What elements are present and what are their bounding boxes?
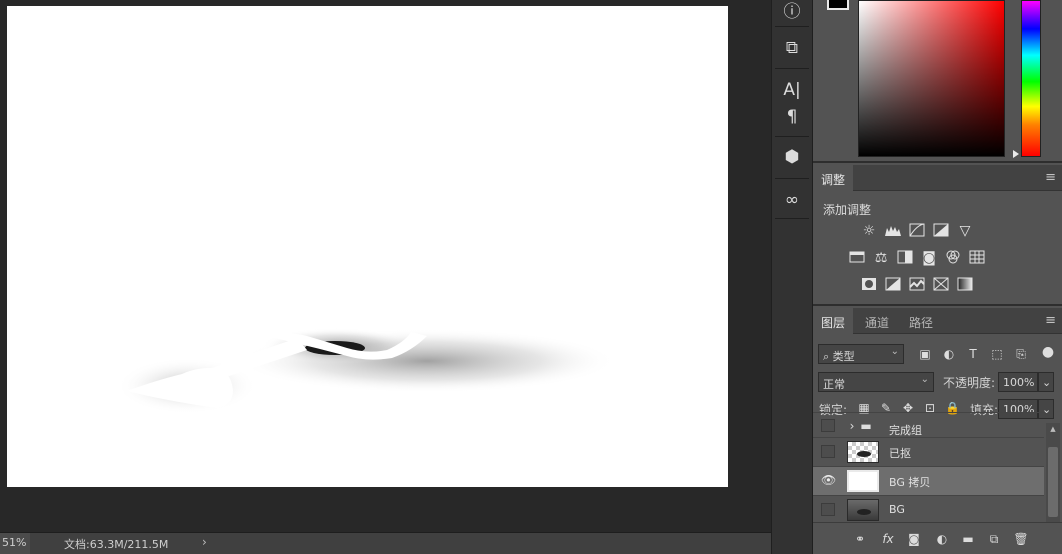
layer-name[interactable]: BG xyxy=(889,503,905,516)
info-icon[interactable]: ⓘ xyxy=(772,0,812,24)
layer-name[interactable]: BG 拷贝 xyxy=(889,474,930,490)
panel-icon-strip: ⓘ ⧉ A| ¶ ⬢ ∞ xyxy=(771,0,813,554)
adjustments-tabbar: 调整 ≡ xyxy=(813,165,1062,191)
tab-layers[interactable]: 图层 xyxy=(813,308,854,334)
zoom-level[interactable]: 51% xyxy=(0,533,30,554)
filter-toggle-icon[interactable]: ● xyxy=(1041,345,1055,359)
layer-name[interactable]: 已抠 xyxy=(889,445,911,461)
vibrance-icon[interactable]: ▽ xyxy=(956,223,974,239)
posterize-icon[interactable] xyxy=(884,277,902,293)
layer-row[interactable]: BG xyxy=(813,495,1044,524)
new-layer-icon[interactable]: ⧉ xyxy=(986,531,1002,547)
layer-row[interactable]: 已抠 xyxy=(813,437,1044,466)
black-white-icon[interactable] xyxy=(896,250,914,266)
divider xyxy=(775,68,809,69)
pixel-filter-icon[interactable]: ▣ xyxy=(918,347,932,361)
foreground-color-swatch[interactable] xyxy=(827,0,849,10)
type-filter-icon[interactable]: T xyxy=(966,347,980,361)
divider xyxy=(775,218,809,219)
paragraph-icon[interactable]: ¶ xyxy=(772,102,812,132)
fx-icon[interactable]: fx xyxy=(880,531,896,547)
levels-icon[interactable] xyxy=(884,223,902,239)
add-mask-icon[interactable]: ◙ xyxy=(906,531,922,547)
layers-bottom-toolbar: ⚭ fx ◙ ◐ ▬ ⧉ 🗑 xyxy=(813,522,1062,554)
workspace: 51% 文档:63.3M/211.5M › xyxy=(0,0,771,554)
hue-saturation-icon[interactable] xyxy=(848,250,866,266)
layer-thumbnail xyxy=(847,499,879,521)
visibility-toggle[interactable] xyxy=(821,503,835,516)
status-menu-arrow-icon[interactable]: › xyxy=(202,535,207,549)
divider xyxy=(775,136,809,137)
photoshop-window: 51% 文档:63.3M/211.5M › ⓘ ⧉ A| ¶ ⬢ ∞ 调整 ≡ … xyxy=(0,0,1062,554)
panel-menu-icon[interactable]: ≡ xyxy=(1045,170,1056,185)
color-balance-icon[interactable]: ⚖ xyxy=(872,250,890,266)
layer-thumbnail xyxy=(847,470,879,492)
visibility-toggle[interactable] xyxy=(821,419,835,432)
color-panel xyxy=(813,0,1062,163)
status-bar: 51% 文档:63.3M/211.5M › xyxy=(0,532,771,554)
layers-panel: 图层 通道 路径 ≡ ⌕ 类型 ⌄ ▣ ◐ T ⬚ ⎘ ● 正常 ⌄ 不透明度: xyxy=(813,308,1062,554)
brightness-icon[interactable]: ☼ xyxy=(860,223,878,239)
scrollbar-thumb[interactable] xyxy=(1048,447,1058,517)
threshold-icon[interactable] xyxy=(908,277,926,293)
canvas-image xyxy=(117,328,617,414)
opacity-label: 不透明度: xyxy=(943,376,996,390)
hue-slider-marker-icon[interactable] xyxy=(1013,150,1019,158)
divider xyxy=(775,26,809,27)
3d-cube-icon[interactable]: ⬢ xyxy=(772,142,812,172)
color-lookup-icon[interactable] xyxy=(968,250,986,266)
channel-mixer-icon[interactable] xyxy=(944,250,962,266)
gradient-map-icon[interactable] xyxy=(956,277,974,293)
link-layers-icon[interactable]: ⚭ xyxy=(852,531,868,547)
document-canvas[interactable] xyxy=(7,6,728,487)
right-dock: 调整 ≡ 添加调整 ☼ ▽ ⚖ ◙ 图层 通道 路径 ≡ ⌕ 类型 ⌄ ▣ ◐ … xyxy=(813,0,1062,554)
selective-color-icon[interactable] xyxy=(932,277,950,293)
panel-menu-icon[interactable]: ≡ xyxy=(1045,313,1056,328)
chevron-down-icon: ⌄ xyxy=(890,346,899,357)
eye-icon[interactable]: 👁 xyxy=(821,474,836,487)
invert-icon[interactable] xyxy=(860,277,878,293)
chevron-down-icon: ⌄ xyxy=(920,374,929,385)
adjustments-panel: 调整 ≡ 添加调整 ☼ ▽ ⚖ ◙ xyxy=(813,165,1062,306)
hue-slider[interactable] xyxy=(1021,0,1041,157)
layers-tabbar: 图层 通道 路径 ≡ xyxy=(813,308,1062,334)
creative-cloud-icon[interactable]: ∞ xyxy=(772,185,812,215)
trash-icon[interactable]: 🗑 xyxy=(1013,531,1029,547)
smart-object-filter-icon[interactable]: ⎘ xyxy=(1014,347,1028,361)
new-group-icon[interactable]: ▬ xyxy=(960,531,976,547)
folder-icon: ▬ xyxy=(860,419,872,433)
adjustment-filter-icon[interactable]: ◐ xyxy=(942,347,956,361)
opacity-dropdown[interactable]: ⌄ xyxy=(1038,372,1054,392)
chevron-down-icon: ⌄ xyxy=(1042,376,1052,389)
add-adjustment-label: 添加调整 xyxy=(823,203,872,217)
blend-mode-select[interactable]: 正常 ⌄ xyxy=(818,372,934,392)
photo-filter-icon[interactable]: ◙ xyxy=(920,250,938,266)
visibility-toggle[interactable] xyxy=(821,445,835,458)
adjustment-layer-icon[interactable]: ◐ xyxy=(934,531,950,547)
document-size-info: 文档:63.3M/211.5M xyxy=(64,538,169,551)
shape-filter-icon[interactable]: ⬚ xyxy=(990,347,1004,361)
blend-mode-value: 正常 xyxy=(823,378,845,391)
opacity-input[interactable]: 100% xyxy=(998,372,1038,392)
tab-adjustments[interactable]: 调整 xyxy=(813,165,854,191)
layer-name[interactable]: 完成组 xyxy=(889,422,922,437)
layer-row-group[interactable]: › ▬ 完成组 xyxy=(813,412,1044,437)
tab-channels[interactable]: 通道 xyxy=(857,308,897,334)
tab-paths[interactable]: 路径 xyxy=(901,308,941,334)
character-icon[interactable]: A| xyxy=(772,75,812,105)
disclosure-arrow-icon[interactable]: › xyxy=(845,419,859,433)
scroll-up-icon[interactable]: ▲ xyxy=(1048,425,1058,433)
curves-icon[interactable] xyxy=(908,223,926,239)
layer-thumbnail xyxy=(847,441,879,463)
layer-filter-kind[interactable]: ⌕ 类型 ⌄ xyxy=(818,344,904,364)
search-icon: ⌕ xyxy=(823,350,830,363)
history-brush-icon[interactable]: ⧉ xyxy=(772,33,812,63)
filter-kind-value: 类型 xyxy=(832,350,855,363)
exposure-icon[interactable] xyxy=(932,223,950,239)
divider xyxy=(775,178,809,179)
saturation-brightness-field[interactable] xyxy=(858,0,1005,157)
layer-row-selected[interactable]: 👁 BG 拷贝 xyxy=(813,466,1044,495)
